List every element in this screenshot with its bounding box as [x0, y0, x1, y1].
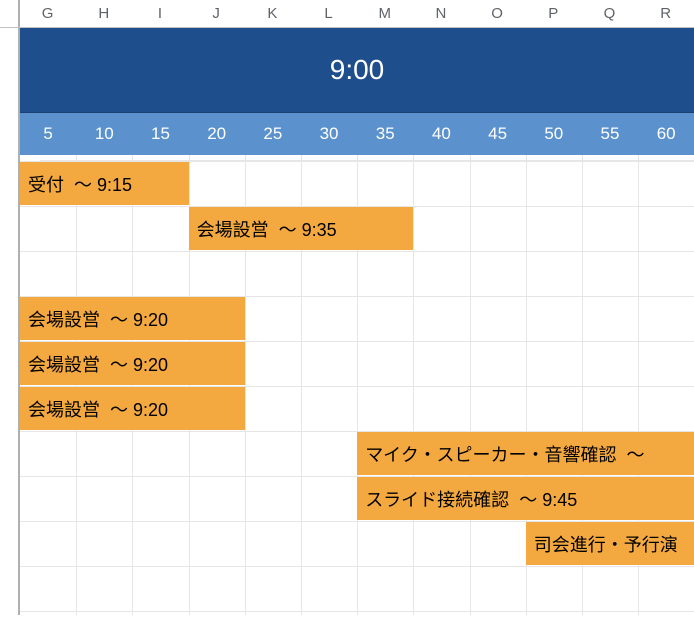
column-header-cell[interactable]: I: [132, 0, 188, 27]
column-header-cell[interactable]: O: [470, 0, 526, 27]
hour-band: 9:00: [0, 28, 694, 113]
gantt-event[interactable]: スライド接続確認 ～ 9:45: [357, 477, 694, 520]
gantt-event[interactable]: マイク・スピーカー・音響確認 ～: [357, 432, 694, 475]
column-header-cell[interactable]: G: [20, 0, 76, 27]
grid-area[interactable]: 受付 ～ 9:15会場設営 ～ 9:35会場設営 ～ 9:20会場設営 ～ 9:…: [20, 155, 694, 615]
column-headers: GHIJKLMNOPQR: [0, 0, 694, 28]
row-gutter-top: [0, 0, 20, 27]
gantt-event[interactable]: 受付 ～ 9:15: [20, 162, 189, 205]
column-header-cell[interactable]: N: [413, 0, 469, 27]
minute-band: 51015202530354045505560: [0, 113, 694, 155]
column-header-cell[interactable]: Q: [582, 0, 638, 27]
column-header-cell[interactable]: H: [76, 0, 132, 27]
minute-label: 60: [638, 113, 694, 155]
minute-label: 40: [413, 113, 469, 155]
minute-label: 30: [301, 113, 357, 155]
column-header-cell[interactable]: J: [189, 0, 245, 27]
hour-label: 9:00: [330, 54, 385, 86]
minute-label: 50: [526, 113, 582, 155]
minute-label: 15: [132, 113, 188, 155]
column-header-cell[interactable]: P: [526, 0, 582, 27]
gantt-event[interactable]: 会場設営 ～ 9:20: [20, 387, 245, 430]
minute-label: 55: [582, 113, 638, 155]
minute-label: 45: [470, 113, 526, 155]
minute-label: 25: [245, 113, 301, 155]
gantt-event[interactable]: 司会進行・予行演: [526, 522, 694, 565]
gantt-event[interactable]: 会場設営 ～ 9:20: [20, 297, 245, 340]
minute-label: 5: [20, 113, 76, 155]
column-header-cell[interactable]: K: [245, 0, 301, 27]
column-header-cell[interactable]: M: [357, 0, 413, 27]
gantt-event[interactable]: 会場設営 ～ 9:35: [189, 207, 414, 250]
minute-label: 35: [357, 113, 413, 155]
column-header-cell[interactable]: R: [638, 0, 694, 27]
column-header-cell[interactable]: L: [301, 0, 357, 27]
minute-label: 20: [189, 113, 245, 155]
minute-label: 10: [76, 113, 132, 155]
gantt-event[interactable]: 会場設営 ～ 9:20: [20, 342, 245, 385]
